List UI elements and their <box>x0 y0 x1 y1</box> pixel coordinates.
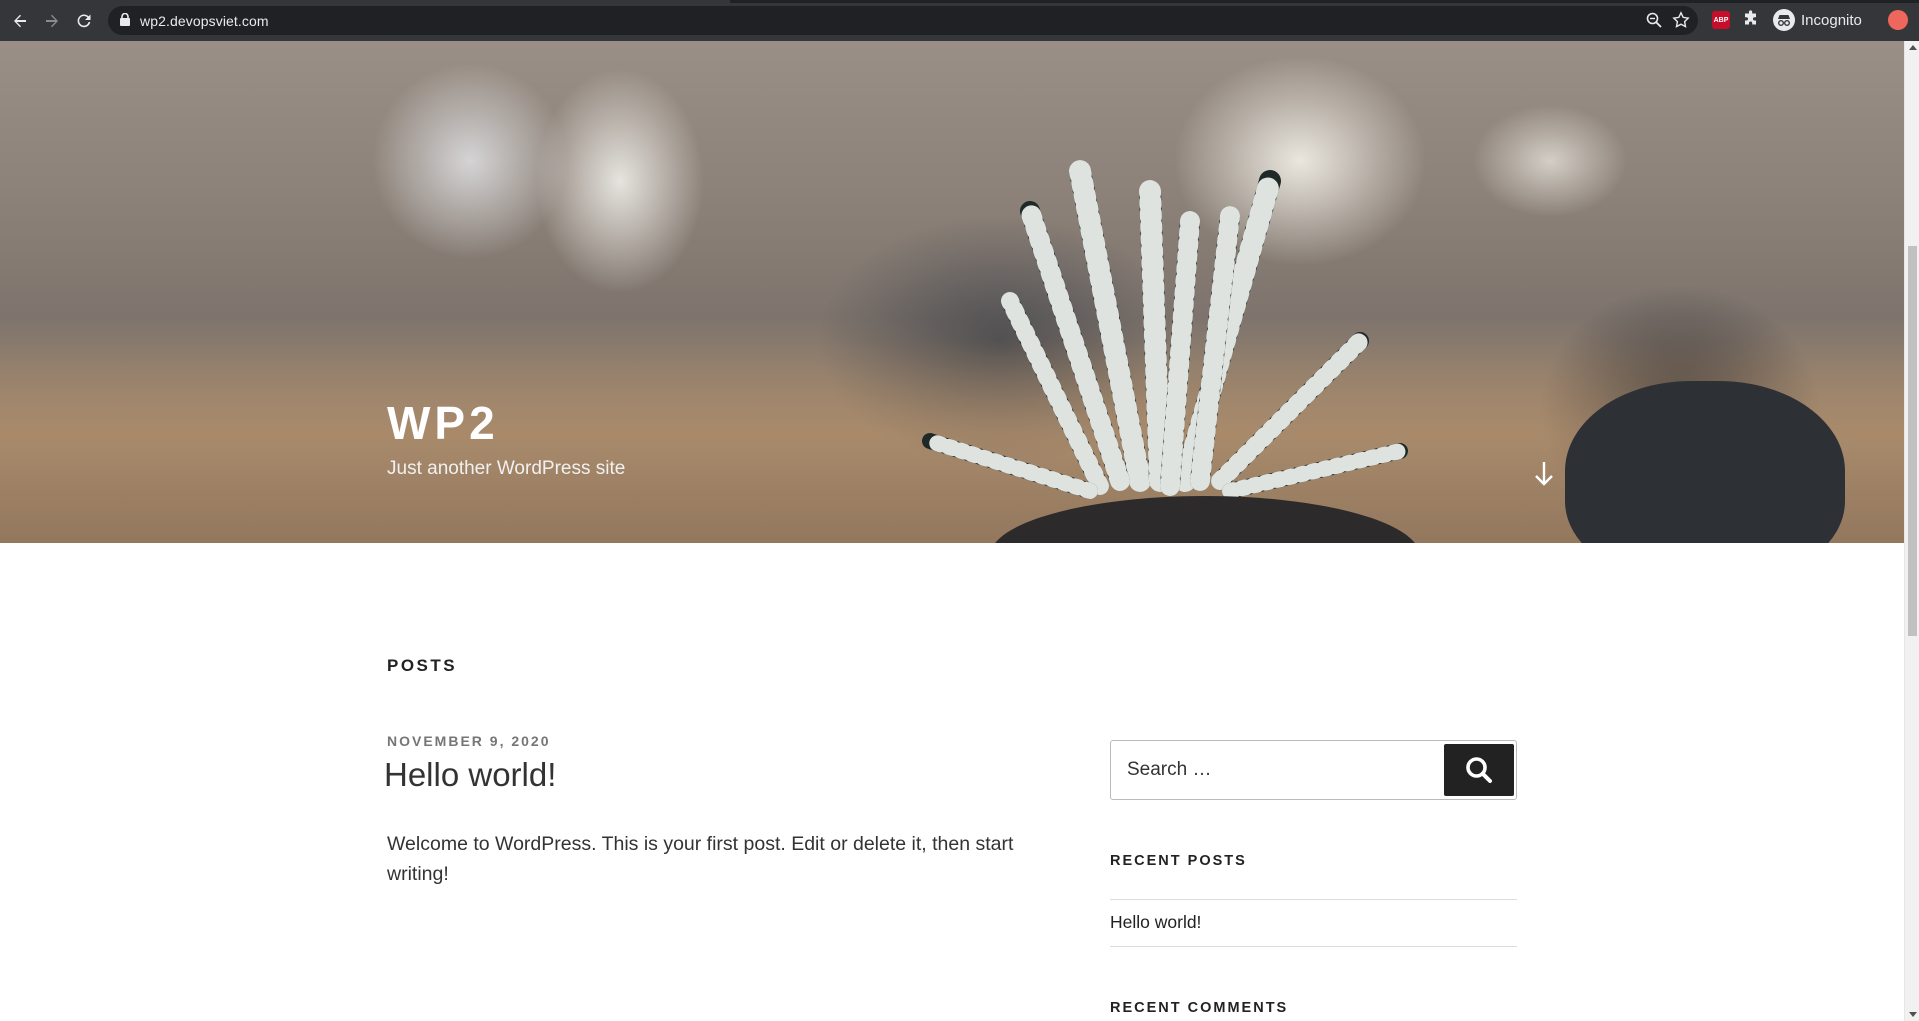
adblock-extension-icon[interactable]: ABP <box>1712 11 1730 29</box>
search-form <box>1110 740 1517 800</box>
incognito-label: Incognito <box>1801 11 1862 29</box>
search-icon <box>1466 757 1492 783</box>
active-tab[interactable] <box>0 0 730 3</box>
hero-succulent-illustration <box>922 160 1408 499</box>
incognito-indicator[interactable]: Incognito <box>1773 8 1862 32</box>
recent-posts-list: Hello world! <box>1110 899 1517 947</box>
site-title[interactable]: WP2 <box>387 396 499 450</box>
search-button[interactable] <box>1444 744 1514 796</box>
forward-icon[interactable] <box>40 9 64 33</box>
recent-comments-title: RECENT COMMENTS <box>1110 1000 1289 1016</box>
incognito-icon <box>1773 9 1795 31</box>
browser-toolbar: wp2.devopsviet.com ABP Incognito <box>0 0 1919 41</box>
address-bar[interactable]: wp2.devopsviet.com <box>108 6 1698 35</box>
page-scrollbar[interactable] <box>1904 41 1919 1021</box>
tab-strip <box>0 0 1919 3</box>
back-icon[interactable] <box>8 9 32 33</box>
url-text[interactable]: wp2.devopsviet.com <box>140 13 269 29</box>
zoom-icon[interactable] <box>1646 12 1662 33</box>
reload-icon[interactable] <box>72 9 96 33</box>
site-tagline: Just another WordPress site <box>387 458 626 479</box>
recent-posts-title: RECENT POSTS <box>1110 853 1247 869</box>
star-icon[interactable] <box>1672 11 1690 34</box>
search-input[interactable] <box>1112 742 1442 798</box>
puzzle-icon[interactable] <box>1742 10 1760 33</box>
profile-avatar[interactable] <box>1888 10 1908 30</box>
lock-icon[interactable] <box>120 12 130 31</box>
scroll-down-arrow[interactable] <box>1909 1012 1917 1017</box>
recent-post-link[interactable]: Hello world! <box>1110 912 1201 933</box>
arrow-down-icon[interactable] <box>1532 459 1556 489</box>
post-title[interactable]: Hello world! <box>384 756 556 794</box>
site-header-image: WP2 Just another WordPress site <box>0 41 1904 543</box>
posts-heading: POSTS <box>387 656 458 675</box>
scrollbar-thumb[interactable] <box>1908 246 1917 636</box>
post-excerpt: Welcome to WordPress. This is your first… <box>387 833 1014 885</box>
post-date[interactable]: NOVEMBER 9, 2020 <box>387 733 551 749</box>
scroll-up-arrow[interactable] <box>1909 45 1917 50</box>
